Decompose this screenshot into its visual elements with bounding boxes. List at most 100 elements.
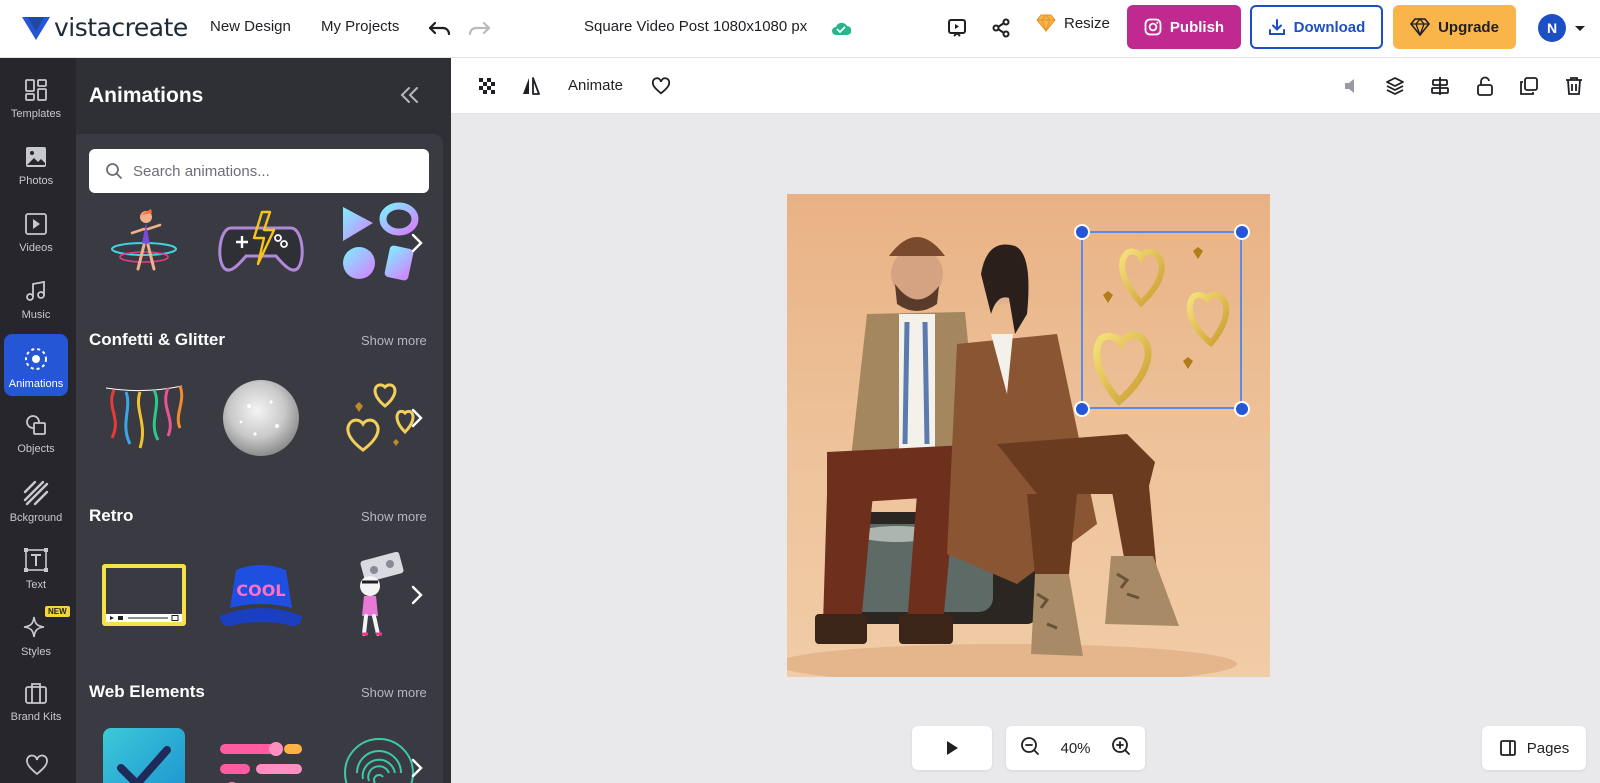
zoom-control: 40% xyxy=(1006,726,1145,770)
rail-label: Music xyxy=(21,309,51,321)
panel-content: Confetti & Glitter Show more Retro Show … xyxy=(76,134,443,783)
vistacreate-logo[interactable]: vistacreate xyxy=(22,13,188,42)
publish-button[interactable]: Publish xyxy=(1127,5,1241,49)
resize-label: Resize xyxy=(1064,14,1110,32)
section-title-retro: Retro xyxy=(89,506,134,525)
rail-item-objects[interactable]: Objects xyxy=(4,401,68,463)
publish-label: Publish xyxy=(1169,18,1225,36)
upgrade-button[interactable]: Upgrade xyxy=(1393,5,1516,49)
rail-label: Templates xyxy=(10,108,62,120)
music-icon xyxy=(26,280,45,301)
avatar[interactable]: N xyxy=(1538,14,1566,42)
new-badge: NEW xyxy=(45,606,70,617)
instagram-icon xyxy=(1144,18,1162,36)
cloud-saved-icon xyxy=(830,18,852,38)
video-icon xyxy=(25,213,47,235)
show-more-link[interactable]: Show more xyxy=(361,333,427,348)
rail-item-background[interactable]: Bckground xyxy=(4,468,68,530)
animation-thumb-bucket-hat[interactable]: COOL xyxy=(216,550,306,640)
transparency-icon[interactable] xyxy=(475,74,499,98)
animation-thumb-streamers[interactable] xyxy=(99,373,189,463)
panel-title: Animations xyxy=(89,84,204,107)
diamond-icon xyxy=(1036,14,1056,32)
resize-handle-top-left[interactable] xyxy=(1074,224,1090,240)
animation-thumb-checkbox[interactable] xyxy=(99,724,189,783)
resize-handle-bottom-left[interactable] xyxy=(1074,401,1090,417)
resize-handle-top-right[interactable] xyxy=(1234,224,1250,240)
logo-text: vistacreate xyxy=(54,13,188,42)
top-bar: vistacreate New Design My Projects Squar… xyxy=(0,0,1600,58)
pages-label: Pages xyxy=(1526,739,1570,757)
new-design-link[interactable]: New Design xyxy=(210,18,291,35)
rail-label: Text xyxy=(25,579,47,591)
play-icon xyxy=(947,741,958,755)
animation-thumb-hula-dancer[interactable] xyxy=(99,198,189,288)
chevron-down-icon[interactable] xyxy=(1574,20,1586,38)
selected-element-gold-hearts[interactable] xyxy=(1081,231,1242,409)
show-more-link[interactable]: Show more xyxy=(361,685,427,700)
present-icon[interactable] xyxy=(945,16,969,40)
section-title-web-elements: Web Elements xyxy=(89,682,205,701)
undo-icon[interactable] xyxy=(428,17,452,41)
pages-button[interactable]: Pages xyxy=(1482,726,1586,770)
zoom-in-icon[interactable] xyxy=(1111,736,1131,761)
trash-icon[interactable] xyxy=(1562,74,1586,98)
flip-icon[interactable] xyxy=(519,74,543,98)
rail-label: Brand Kits xyxy=(10,711,62,723)
duplicate-icon[interactable] xyxy=(1517,74,1541,98)
chevron-right-icon[interactable] xyxy=(404,223,430,263)
animation-icon xyxy=(25,348,47,370)
logo-mark-icon xyxy=(22,16,50,40)
briefcase-icon xyxy=(25,683,47,704)
collapse-panel-icon[interactable] xyxy=(400,86,420,109)
download-label: Download xyxy=(1293,18,1366,36)
animate-button[interactable]: Animate xyxy=(568,77,623,94)
search-box[interactable] xyxy=(89,149,429,193)
chevron-right-icon[interactable] xyxy=(404,575,430,615)
rail-label: Styles xyxy=(21,646,51,658)
photo-icon xyxy=(26,147,46,167)
search-icon xyxy=(106,163,122,179)
rail-item-animations[interactable]: Animations xyxy=(4,334,68,396)
zoom-out-icon[interactable] xyxy=(1020,736,1040,761)
my-projects-link[interactable]: My Projects xyxy=(321,18,399,35)
left-rail: Templates Photos Videos Music Animations… xyxy=(0,58,76,783)
rail-item-brand-kits[interactable]: Brand Kits xyxy=(4,669,68,731)
rail-item-photos[interactable]: Photos xyxy=(4,133,68,195)
align-icon[interactable] xyxy=(1428,74,1452,98)
animation-thumb-retro-player[interactable] xyxy=(99,550,189,640)
animations-panel: Animations Confetti & Glitter Show more xyxy=(76,58,451,783)
sparkle-icon xyxy=(23,616,45,638)
layers-icon[interactable] xyxy=(1383,74,1407,98)
section-title-confetti: Confetti & Glitter xyxy=(89,330,225,349)
resize-handle-bottom-right[interactable] xyxy=(1234,401,1250,417)
rail-item-videos[interactable]: Videos xyxy=(4,200,68,262)
zoom-level[interactable]: 40% xyxy=(1060,740,1090,757)
heart-icon[interactable] xyxy=(649,74,673,98)
animation-thumb-gamepad[interactable] xyxy=(216,198,306,288)
favorites-heart-icon[interactable] xyxy=(22,750,52,780)
animation-thumb-glitter-ball[interactable] xyxy=(216,373,306,463)
search-input[interactable] xyxy=(133,162,413,180)
text-icon xyxy=(24,548,48,572)
rail-item-templates[interactable]: Templates xyxy=(4,66,68,128)
play-button[interactable] xyxy=(912,726,992,770)
rail-label: Bckground xyxy=(9,512,63,524)
download-button[interactable]: Download xyxy=(1250,5,1383,49)
resize-button[interactable]: Resize xyxy=(1036,14,1110,32)
unlock-icon[interactable] xyxy=(1473,74,1497,98)
chevron-right-icon[interactable] xyxy=(404,748,430,783)
redo-icon[interactable] xyxy=(467,17,491,41)
share-icon[interactable] xyxy=(989,16,1013,40)
mute-icon[interactable] xyxy=(1339,74,1363,98)
rail-item-text[interactable]: Text xyxy=(4,535,68,597)
diamond-icon xyxy=(1410,18,1431,36)
rail-item-music[interactable]: Music xyxy=(4,267,68,329)
element-toolbar: Animate xyxy=(451,58,1600,114)
rail-item-styles[interactable]: NEW Styles xyxy=(4,602,70,664)
show-more-link[interactable]: Show more xyxy=(361,509,427,524)
chevron-right-icon[interactable] xyxy=(404,398,430,438)
rail-label: Videos xyxy=(19,242,53,254)
document-title[interactable]: Square Video Post 1080x1080 px xyxy=(584,18,807,35)
animation-thumb-sliders[interactable] xyxy=(216,724,306,783)
